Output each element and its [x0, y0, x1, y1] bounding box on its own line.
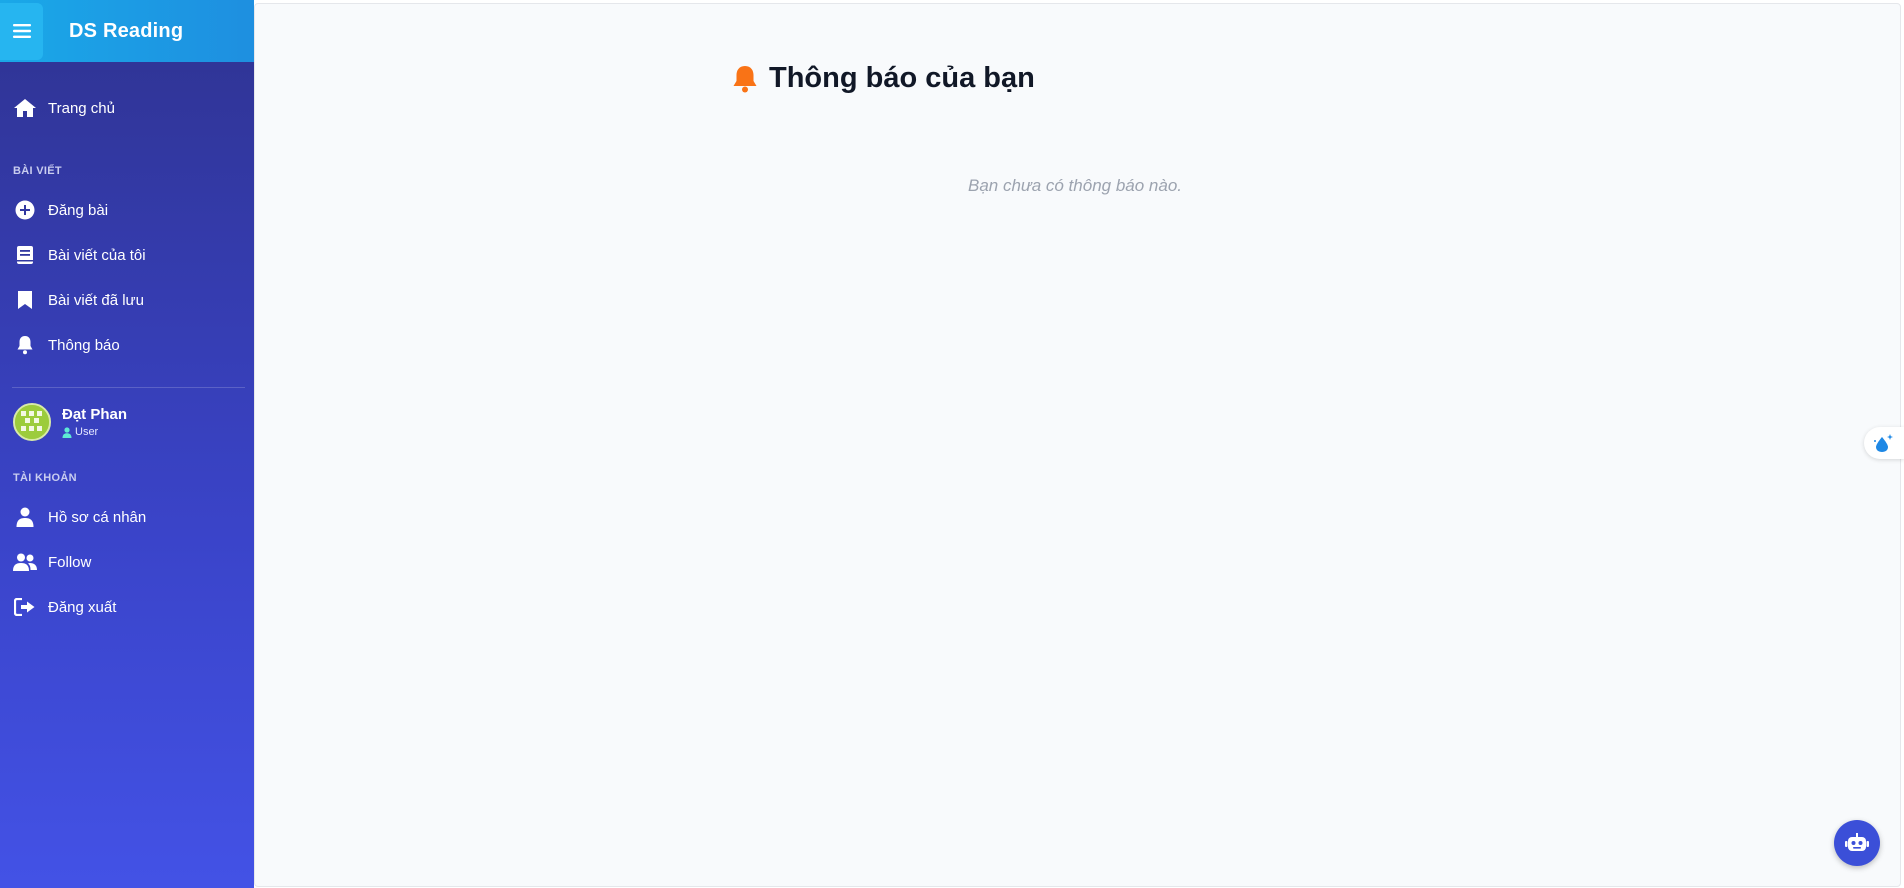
sidebar-item-label: Đăng xuất [48, 598, 117, 616]
sidebar-item-label: Đăng bài [48, 201, 109, 219]
sidebar-item-notifications[interactable]: Thông báo [0, 325, 254, 365]
sidebar-item-label: Bài viết đã lưu [48, 291, 144, 309]
bell-icon [733, 65, 757, 92]
sidebar-item-label: Hồ sơ cá nhân [48, 508, 147, 526]
empty-state-message: Bạn chưa có thông báo nào. [968, 176, 1182, 195]
plus-circle-icon [13, 200, 37, 220]
user-role: User [62, 426, 127, 438]
section-account-heading: TÀI KHOẢN [13, 472, 77, 484]
sidebar-item-label: Bài viết của tôi [48, 246, 146, 264]
user-icon [13, 507, 37, 527]
bell-icon [13, 335, 37, 355]
sidebar-item-label: Trang chủ [48, 99, 115, 117]
page-title-text: Thông báo của bạn [769, 62, 1035, 94]
page-title: Thông báo của bạn [731, 62, 1035, 95]
floating-side-tab[interactable] [1864, 427, 1904, 459]
sidebar-item-label: Thông báo [48, 336, 120, 354]
sidebar-item-saved-posts[interactable]: Bài viết đã lưu [0, 280, 254, 320]
logout-icon [13, 598, 37, 616]
sidebar-item-profile[interactable]: Hồ sơ cá nhân [0, 497, 254, 537]
sidebar: DS Reading Trang chủ BÀI VIẾT Đăng bài B… [0, 0, 254, 888]
brand-bar: DS Reading [0, 0, 254, 62]
chatbot-button[interactable] [1834, 820, 1880, 866]
sparkle-drop-icon [1874, 434, 1893, 452]
users-icon [13, 553, 37, 571]
user-profile-card[interactable]: Đạt Phan User [13, 403, 127, 441]
sidebar-item-my-posts[interactable]: Bài viết của tôi [0, 235, 254, 275]
section-posts-heading: BÀI VIẾT [13, 165, 62, 177]
sidebar-item-create-post[interactable]: Đăng bài [0, 190, 254, 230]
main-content: Thông báo của bạn Bạn chưa có thông báo … [254, 3, 1901, 887]
bookmark-icon [13, 290, 37, 310]
sidebar-item-home[interactable]: Trang chủ [0, 88, 254, 128]
hamburger-icon [12, 24, 31, 38]
robot-icon [1845, 833, 1869, 851]
sidebar-item-label: Follow [48, 553, 92, 571]
home-icon [13, 98, 37, 118]
user-role-label: User [75, 426, 99, 438]
book-icon [13, 245, 37, 265]
brand-title[interactable]: DS Reading [69, 20, 183, 43]
user-small-icon [62, 426, 72, 438]
avatar [13, 403, 51, 441]
sidebar-divider [12, 387, 245, 388]
sidebar-item-logout[interactable]: Đăng xuất [0, 587, 254, 627]
user-name: Đạt Phan [62, 406, 128, 423]
sidebar-item-follow[interactable]: Follow [0, 542, 254, 582]
menu-toggle-button[interactable] [0, 2, 43, 60]
